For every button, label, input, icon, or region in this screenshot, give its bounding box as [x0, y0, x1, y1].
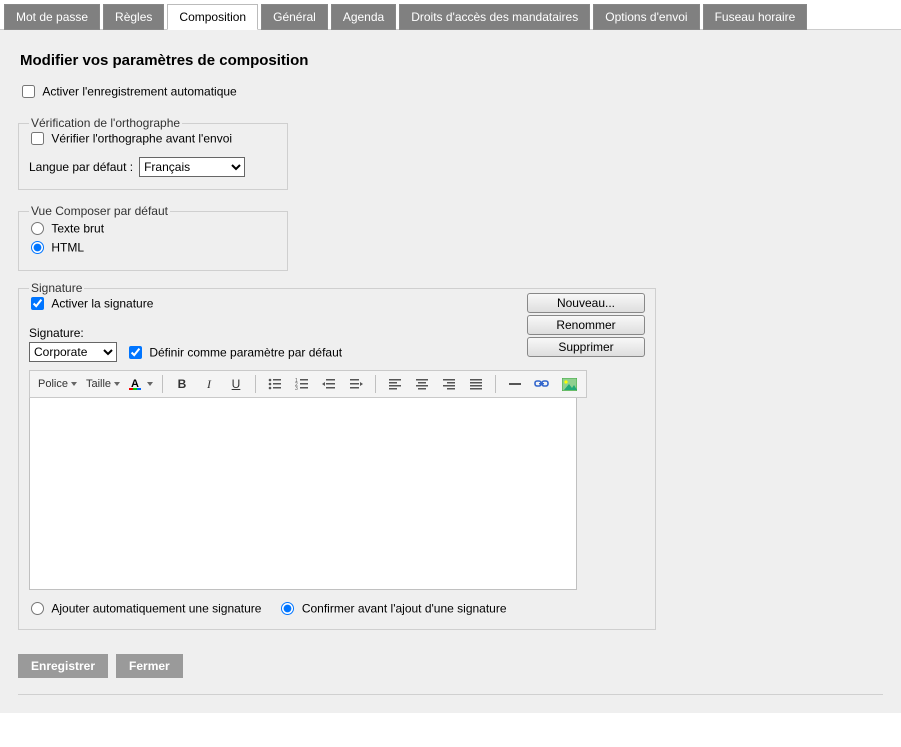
signature-confirm-add-radio[interactable]: [281, 602, 294, 615]
tab-general[interactable]: Général: [261, 4, 328, 30]
spellcheck-legend: Vérification de l'orthographe: [29, 116, 182, 130]
signature-confirm-add-label: Confirmer avant l'ajout d'une signature: [302, 602, 507, 616]
align-center-icon[interactable]: [409, 373, 435, 395]
link-icon[interactable]: [529, 373, 555, 395]
signature-group: Signature Activer la signature Signature…: [18, 281, 656, 630]
editor-toolbar: Police Taille A B I U 123: [29, 370, 587, 398]
tab-delegates[interactable]: Droits d'accès des mandataires: [399, 4, 590, 30]
compose-view-html-radio[interactable]: [31, 241, 44, 254]
font-color-icon[interactable]: A: [125, 373, 156, 395]
signature-new-button[interactable]: Nouveau...: [527, 293, 645, 313]
compose-view-html-label: HTML: [51, 241, 84, 255]
default-language-label: Langue par défaut :: [29, 160, 133, 174]
bullet-list-icon[interactable]: [262, 373, 288, 395]
italic-icon[interactable]: I: [196, 373, 222, 395]
bold-icon[interactable]: B: [169, 373, 195, 395]
signature-editor[interactable]: [29, 398, 577, 590]
default-language-select[interactable]: Français: [139, 157, 245, 177]
tab-agenda[interactable]: Agenda: [331, 4, 396, 30]
signature-delete-button[interactable]: Supprimer: [527, 337, 645, 357]
signature-auto-add-label: Ajouter automatiquement une signature: [51, 602, 261, 616]
compose-view-legend: Vue Composer par défaut: [29, 204, 170, 218]
spell-before-send-checkbox[interactable]: [31, 132, 44, 145]
autosave-checkbox[interactable]: [22, 85, 35, 98]
enable-signature-label: Activer la signature: [51, 297, 153, 311]
align-right-icon[interactable]: [436, 373, 462, 395]
signature-default-checkbox[interactable]: [129, 346, 142, 359]
tab-rules[interactable]: Règles: [103, 4, 164, 30]
size-dropdown[interactable]: Taille: [82, 373, 124, 395]
signature-name-label: Signature:: [29, 326, 527, 340]
compose-settings-panel: Modifier vos paramètres de composition A…: [0, 29, 901, 713]
footer-divider: [18, 694, 883, 695]
spell-before-send-label: Vérifier l'orthographe avant l'envoi: [51, 132, 232, 146]
svg-text:3: 3: [295, 386, 298, 391]
tab-timezone[interactable]: Fuseau horaire: [703, 4, 808, 30]
tab-bar: Mot de passe Règles Composition Général …: [0, 0, 901, 30]
font-dropdown[interactable]: Police: [34, 373, 81, 395]
signature-rename-button[interactable]: Renommer: [527, 315, 645, 335]
horizontal-rule-icon[interactable]: [502, 373, 528, 395]
underline-icon[interactable]: U: [223, 373, 249, 395]
signature-default-label: Définir comme paramètre par défaut: [149, 345, 342, 359]
enable-signature-checkbox[interactable]: [31, 297, 44, 310]
save-button[interactable]: Enregistrer: [18, 654, 108, 678]
signature-select[interactable]: Corporate: [29, 342, 117, 362]
tab-send-options[interactable]: Options d'envoi: [593, 4, 699, 30]
align-justify-icon[interactable]: [463, 373, 489, 395]
page-title: Modifier vos paramètres de composition: [14, 30, 887, 81]
indent-icon[interactable]: [343, 373, 369, 395]
tab-compose[interactable]: Composition: [167, 4, 258, 30]
spellcheck-group: Vérification de l'orthographe Vérifier l…: [18, 116, 288, 190]
signature-legend: Signature: [29, 281, 84, 295]
align-left-icon[interactable]: [382, 373, 408, 395]
autosave-label: Activer l'enregistrement automatique: [42, 85, 236, 99]
image-icon[interactable]: [556, 373, 582, 395]
numbered-list-icon[interactable]: 123: [289, 373, 315, 395]
signature-auto-add-radio[interactable]: [31, 602, 44, 615]
compose-view-group: Vue Composer par défaut Texte brut HTML: [18, 204, 288, 271]
outdent-icon[interactable]: [316, 373, 342, 395]
compose-view-plain-label: Texte brut: [51, 222, 104, 236]
close-button[interactable]: Fermer: [116, 654, 183, 678]
compose-view-plain-radio[interactable]: [31, 222, 44, 235]
tab-password[interactable]: Mot de passe: [4, 4, 100, 30]
